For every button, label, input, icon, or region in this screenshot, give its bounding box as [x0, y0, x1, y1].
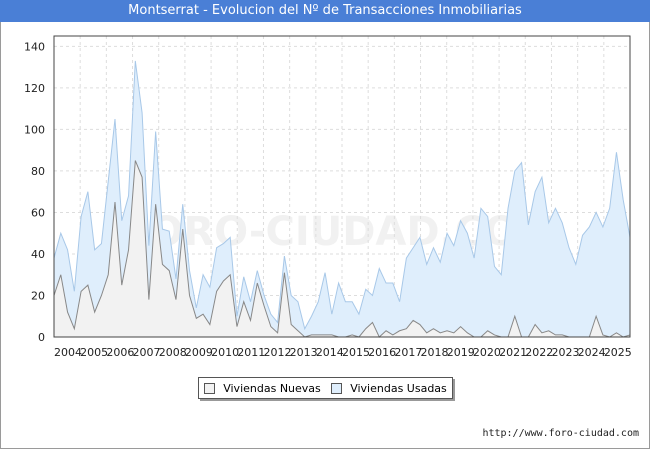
y-tick-label: 20	[31, 289, 45, 302]
x-tick-label: 2018	[421, 346, 449, 359]
legend: Viviendas Nuevas Viviendas Usadas	[198, 377, 453, 399]
x-tick-label: 2010	[211, 346, 239, 359]
y-tick-label: 120	[24, 82, 45, 95]
source-url: http://www.foro-ciudad.com	[482, 428, 639, 439]
x-tick-label: 2014	[316, 346, 344, 359]
y-tick-label: 60	[31, 206, 45, 219]
y-tick-label: 100	[24, 123, 45, 136]
x-tick-label: 2015	[342, 346, 370, 359]
x-tick-label: 2013	[290, 346, 318, 359]
x-tick-label: 2004	[54, 346, 82, 359]
legend-swatch-nuevas	[204, 382, 216, 394]
y-tick-label: 40	[31, 248, 45, 261]
legend-swatch-usadas	[331, 382, 343, 394]
x-tick-label: 2012	[263, 346, 291, 359]
x-tick-label: 2021	[499, 346, 527, 359]
x-tick-label: 2019	[447, 346, 475, 359]
legend-item-usadas: Viviendas Usadas	[331, 382, 447, 395]
x-tick-label: 2020	[473, 346, 501, 359]
x-tick-label: 2016	[368, 346, 396, 359]
x-tick-label: 2017	[394, 346, 422, 359]
y-tick-label: 140	[24, 40, 45, 53]
x-tick-label: 2023	[551, 346, 579, 359]
x-tick-label: 2005	[80, 346, 108, 359]
x-tick-label: 2022	[525, 346, 553, 359]
x-tick-label: 2024	[578, 346, 606, 359]
x-tick-label: 2008	[159, 346, 187, 359]
y-tick-label: 0	[38, 331, 45, 344]
x-tick-label: 2025	[604, 346, 632, 359]
x-tick-label: 2006	[106, 346, 134, 359]
x-tick-label: 2007	[133, 346, 161, 359]
legend-label-nuevas: Viviendas Nuevas	[223, 381, 321, 395]
x-tick-label: 2009	[185, 346, 213, 359]
y-tick-label: 80	[31, 165, 45, 178]
legend-item-nuevas: Viviendas Nuevas	[204, 382, 321, 395]
legend-label-usadas: Viviendas Usadas	[350, 381, 447, 395]
x-tick-label: 2011	[237, 346, 265, 359]
